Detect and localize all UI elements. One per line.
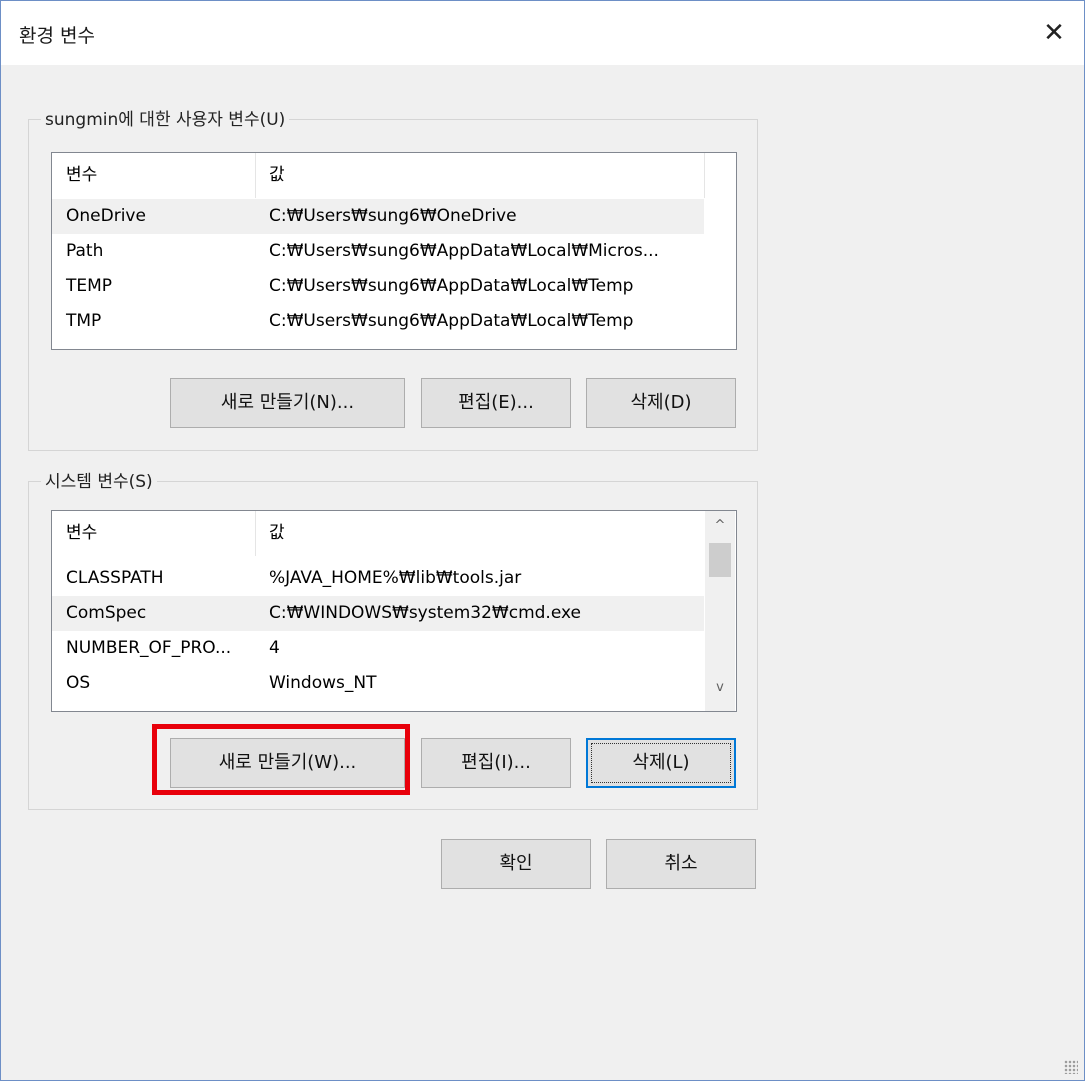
variable-name: TEMP: [66, 276, 113, 296]
vertical-scrollbar[interactable]: ^ v: [705, 511, 735, 711]
user-variables-list[interactable]: 변수 값 OneDrive C:₩Users₩sung6₩OneDrive Pa…: [51, 152, 737, 350]
title-bar: 환경 변수 ✕: [1, 1, 1084, 65]
user-delete-button[interactable]: 삭제(D): [586, 378, 736, 428]
variable-value: C:₩Users₩sung6₩AppData₩Local₩Temp: [269, 311, 634, 331]
variable-value: Windows_NT: [269, 673, 377, 693]
system-edit-button[interactable]: 편집(I)...: [421, 738, 571, 788]
chevron-down-icon[interactable]: v: [705, 675, 735, 701]
variable-name: TMP: [66, 311, 102, 331]
variable-name: NUMBER_OF_PRO...: [66, 638, 232, 658]
column-header-variable[interactable]: 변수: [52, 511, 97, 556]
table-row[interactable]: TMP C:₩Users₩sung6₩AppData₩Local₩Temp: [52, 304, 704, 339]
variable-value: C:₩WINDOWS₩system32₩cmd.exe: [269, 603, 581, 623]
variable-name: OS: [66, 673, 91, 693]
table-row[interactable]: OS Windows_NT: [52, 666, 704, 701]
variable-value: C:₩Users₩sung6₩OneDrive: [269, 206, 517, 226]
variable-value: %JAVA_HOME%₩lib₩tools.jar: [269, 568, 522, 588]
dialog-title: 환경 변수: [19, 25, 95, 47]
highlight-box: [152, 724, 410, 795]
focus-rectangle: [591, 743, 731, 783]
variable-value: C:₩Users₩sung6₩AppData₩Local₩Temp: [269, 276, 634, 296]
chevron-up-icon[interactable]: ^: [705, 513, 735, 539]
variable-name: ComSpec: [66, 603, 147, 623]
table-row[interactable]: OneDrive C:₩Users₩sung6₩OneDrive: [52, 199, 704, 234]
table-row[interactable]: NUMBER_OF_PRO... 4: [52, 631, 704, 666]
column-header-value[interactable]: 값: [255, 511, 285, 556]
user-variables-group-title: sungmin에 대한 사용자 변수(U): [41, 105, 290, 130]
variable-name: Path: [66, 241, 104, 261]
list-header: 변수 값: [52, 511, 736, 556]
user-variables-group: sungmin에 대한 사용자 변수(U) 변수 값 OneDrive C:₩U…: [28, 105, 758, 451]
system-delete-button[interactable]: 삭제(L): [586, 738, 736, 788]
user-edit-button[interactable]: 편집(E)...: [421, 378, 571, 428]
list-header: 변수 값: [52, 153, 736, 198]
column-header-variable[interactable]: 변수: [52, 153, 97, 198]
table-row[interactable]: ComSpec C:₩WINDOWS₩system32₩cmd.exe: [52, 596, 704, 631]
ok-button[interactable]: 확인: [441, 839, 591, 889]
cancel-button[interactable]: 취소: [606, 839, 756, 889]
scrollbar-thumb[interactable]: [709, 543, 731, 577]
column-header-value[interactable]: 값: [255, 153, 285, 198]
table-row[interactable]: CLASSPATH %JAVA_HOME%₩lib₩tools.jar: [52, 561, 704, 596]
table-row[interactable]: TEMP C:₩Users₩sung6₩AppData₩Local₩Temp: [52, 269, 704, 304]
system-variables-group-title: 시스템 변수(S): [41, 467, 157, 492]
column-divider[interactable]: [704, 153, 705, 198]
variable-name: CLASSPATH: [66, 568, 164, 588]
table-row[interactable]: Path C:₩Users₩sung6₩AppData₩Local₩Micros…: [52, 234, 704, 269]
variable-name: OneDrive: [66, 206, 146, 226]
resize-grip[interactable]: [1064, 1060, 1078, 1074]
user-new-button[interactable]: 새로 만들기(N)...: [170, 378, 405, 428]
variable-value: C:₩Users₩sung6₩AppData₩Local₩Micros...: [269, 241, 659, 261]
close-icon[interactable]: ✕: [1038, 17, 1070, 49]
environment-variables-dialog: 환경 변수 ✕ sungmin에 대한 사용자 변수(U) 변수 값 OneDr…: [0, 0, 1085, 1081]
system-variables-list[interactable]: 변수 값 CLASSPATH %JAVA_HOME%₩lib₩tools.jar…: [51, 510, 737, 712]
variable-value: 4: [269, 638, 280, 658]
